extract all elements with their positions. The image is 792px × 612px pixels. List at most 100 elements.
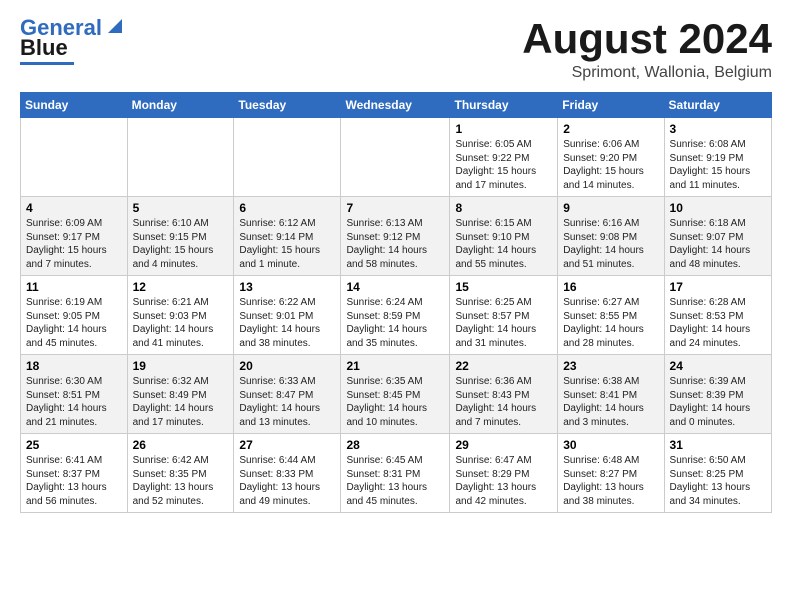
calendar-cell: 30 Sunrise: 6:48 AMSunset: 8:27 PMDayligh… bbox=[558, 434, 664, 513]
calendar-cell: 3 Sunrise: 6:08 AMSunset: 9:19 PMDaylight… bbox=[664, 118, 771, 197]
calendar-cell: 1 Sunrise: 6:05 AMSunset: 9:22 PMDaylight… bbox=[450, 118, 558, 197]
calendar-cell: 8Sunrise: 6:15 AMSunset: 9:10 PMDaylight… bbox=[450, 197, 558, 276]
day-number: 29 bbox=[455, 438, 552, 452]
calendar-cell: 6 Sunrise: 6:12 AMSunset: 9:14 PMDaylight… bbox=[234, 197, 341, 276]
calendar-cell: 7Sunrise: 6:13 AMSunset: 9:12 PMDaylight… bbox=[341, 197, 450, 276]
calendar-cell: 25Sunrise: 6:41 AMSunset: 8:37 PMDayligh… bbox=[21, 434, 128, 513]
day-info: Sunrise: 6:36 AMSunset: 8:43 PMDaylight:… bbox=[455, 375, 552, 429]
calendar-cell: 9 Sunrise: 6:16 AMSunset: 9:08 PMDaylight… bbox=[558, 197, 664, 276]
calendar-cell bbox=[21, 118, 128, 197]
day-info: Sunrise: 6:06 AMSunset: 9:20 PMDaylight:… bbox=[563, 138, 658, 192]
day-number: 26 bbox=[133, 438, 229, 452]
calendar-cell: 29 Sunrise: 6:47 AMSunset: 8:29 PMDayligh… bbox=[450, 434, 558, 513]
month-year: August 2024 bbox=[522, 16, 772, 62]
calendar-cell: 5 Sunrise: 6:10 AMSunset: 9:15 PMDaylight… bbox=[127, 197, 234, 276]
day-info: Sunrise: 6:33 AMSunset: 8:47 PMDaylight:… bbox=[239, 375, 335, 429]
calendar-cell: 4 Sunrise: 6:09 AMSunset: 9:17 PMDaylight… bbox=[21, 197, 128, 276]
calendar-day-header: Saturday bbox=[664, 93, 771, 118]
calendar-table: SundayMondayTuesdayWednesdayThursdayFrid… bbox=[20, 92, 772, 513]
day-info: Sunrise: 6:41 AMSunset: 8:37 PMDaylight:… bbox=[26, 454, 122, 508]
day-number: 27 bbox=[239, 438, 335, 452]
calendar-cell: 17 Sunrise: 6:28 AMSunset: 8:53 PMDayligh… bbox=[664, 276, 771, 355]
day-number: 16 bbox=[563, 280, 658, 294]
logo-icon bbox=[104, 15, 126, 37]
day-info: Sunrise: 6:30 AMSunset: 8:51 PMDaylight:… bbox=[26, 375, 122, 429]
day-number: 17 bbox=[670, 280, 766, 294]
logo: General Blue bbox=[20, 16, 126, 65]
day-number: 5 bbox=[133, 201, 229, 215]
day-number: 9 bbox=[563, 201, 658, 215]
title-block: August 2024 Sprimont, Wallonia, Belgium bbox=[522, 16, 772, 82]
calendar-header-row: SundayMondayTuesdayWednesdayThursdayFrid… bbox=[21, 93, 772, 118]
calendar-day-header: Thursday bbox=[450, 93, 558, 118]
calendar-cell: 31 Sunrise: 6:50 AMSunset: 8:25 PMDayligh… bbox=[664, 434, 771, 513]
day-info: Sunrise: 6:28 AMSunset: 8:53 PMDaylight:… bbox=[670, 296, 766, 350]
day-info: Sunrise: 6:19 AMSunset: 9:05 PMDaylight:… bbox=[26, 296, 122, 350]
calendar-cell: 20 Sunrise: 6:33 AMSunset: 8:47 PMDayligh… bbox=[234, 355, 341, 434]
calendar-cell: 23 Sunrise: 6:38 AMSunset: 8:41 PMDayligh… bbox=[558, 355, 664, 434]
day-info: Sunrise: 6:35 AMSunset: 8:45 PMDaylight:… bbox=[346, 375, 444, 429]
calendar-week-row: 4 Sunrise: 6:09 AMSunset: 9:17 PMDaylight… bbox=[21, 197, 772, 276]
day-info: Sunrise: 6:48 AMSunset: 8:27 PMDaylight:… bbox=[563, 454, 658, 508]
location: Sprimont, Wallonia, Belgium bbox=[522, 64, 772, 82]
day-info: Sunrise: 6:13 AMSunset: 9:12 PMDaylight:… bbox=[346, 217, 444, 271]
day-number: 19 bbox=[133, 359, 229, 373]
day-info: Sunrise: 6:38 AMSunset: 8:41 PMDaylight:… bbox=[563, 375, 658, 429]
header: General Blue August 2024 Sprimont, Wallo… bbox=[20, 16, 772, 82]
day-info: Sunrise: 6:12 AMSunset: 9:14 PMDaylight:… bbox=[239, 217, 335, 271]
calendar-cell: 21 Sunrise: 6:35 AMSunset: 8:45 PMDayligh… bbox=[341, 355, 450, 434]
calendar-day-header: Tuesday bbox=[234, 93, 341, 118]
day-number: 14 bbox=[346, 280, 444, 294]
day-number: 1 bbox=[455, 122, 552, 136]
day-info: Sunrise: 6:10 AMSunset: 9:15 PMDaylight:… bbox=[133, 217, 229, 271]
day-number: 30 bbox=[563, 438, 658, 452]
day-number: 31 bbox=[670, 438, 766, 452]
day-number: 6 bbox=[239, 201, 335, 215]
calendar-cell: 13 Sunrise: 6:22 AMSunset: 9:01 PMDayligh… bbox=[234, 276, 341, 355]
calendar-cell bbox=[341, 118, 450, 197]
logo-underline bbox=[20, 62, 74, 65]
day-info: Sunrise: 6:39 AMSunset: 8:39 PMDaylight:… bbox=[670, 375, 766, 429]
day-number: 3 bbox=[670, 122, 766, 136]
calendar-week-row: 1 Sunrise: 6:05 AMSunset: 9:22 PMDaylight… bbox=[21, 118, 772, 197]
calendar-day-header: Wednesday bbox=[341, 93, 450, 118]
day-info: Sunrise: 6:42 AMSunset: 8:35 PMDaylight:… bbox=[133, 454, 229, 508]
calendar-day-header: Sunday bbox=[21, 93, 128, 118]
day-number: 18 bbox=[26, 359, 122, 373]
day-number: 21 bbox=[346, 359, 444, 373]
logo-blue: Blue bbox=[20, 36, 68, 60]
day-info: Sunrise: 6:05 AMSunset: 9:22 PMDaylight:… bbox=[455, 138, 552, 192]
day-info: Sunrise: 6:15 AMSunset: 9:10 PMDaylight:… bbox=[455, 217, 552, 271]
day-number: 12 bbox=[133, 280, 229, 294]
calendar-cell: 2 Sunrise: 6:06 AMSunset: 9:20 PMDaylight… bbox=[558, 118, 664, 197]
calendar-cell: 14Sunrise: 6:24 AMSunset: 8:59 PMDayligh… bbox=[341, 276, 450, 355]
day-info: Sunrise: 6:47 AMSunset: 8:29 PMDaylight:… bbox=[455, 454, 552, 508]
calendar-cell bbox=[127, 118, 234, 197]
day-number: 15 bbox=[455, 280, 552, 294]
day-info: Sunrise: 6:45 AMSunset: 8:31 PMDaylight:… bbox=[346, 454, 444, 508]
calendar-day-header: Monday bbox=[127, 93, 234, 118]
calendar-cell: 11 Sunrise: 6:19 AMSunset: 9:05 PMDayligh… bbox=[21, 276, 128, 355]
day-info: Sunrise: 6:21 AMSunset: 9:03 PMDaylight:… bbox=[133, 296, 229, 350]
day-info: Sunrise: 6:16 AMSunset: 9:08 PMDaylight:… bbox=[563, 217, 658, 271]
day-number: 13 bbox=[239, 280, 335, 294]
day-number: 11 bbox=[26, 280, 122, 294]
calendar-cell: 19Sunrise: 6:32 AMSunset: 8:49 PMDayligh… bbox=[127, 355, 234, 434]
day-number: 2 bbox=[563, 122, 658, 136]
day-number: 20 bbox=[239, 359, 335, 373]
day-info: Sunrise: 6:27 AMSunset: 8:55 PMDaylight:… bbox=[563, 296, 658, 350]
calendar-week-row: 25Sunrise: 6:41 AMSunset: 8:37 PMDayligh… bbox=[21, 434, 772, 513]
calendar-cell: 18 Sunrise: 6:30 AMSunset: 8:51 PMDayligh… bbox=[21, 355, 128, 434]
calendar-cell: 10Sunrise: 6:18 AMSunset: 9:07 PMDayligh… bbox=[664, 197, 771, 276]
day-info: Sunrise: 6:09 AMSunset: 9:17 PMDaylight:… bbox=[26, 217, 122, 271]
day-info: Sunrise: 6:22 AMSunset: 9:01 PMDaylight:… bbox=[239, 296, 335, 350]
calendar-cell: 27Sunrise: 6:44 AMSunset: 8:33 PMDayligh… bbox=[234, 434, 341, 513]
calendar-cell: 26 Sunrise: 6:42 AMSunset: 8:35 PMDayligh… bbox=[127, 434, 234, 513]
day-number: 23 bbox=[563, 359, 658, 373]
day-number: 4 bbox=[26, 201, 122, 215]
day-info: Sunrise: 6:25 AMSunset: 8:57 PMDaylight:… bbox=[455, 296, 552, 350]
calendar-cell: 16 Sunrise: 6:27 AMSunset: 8:55 PMDayligh… bbox=[558, 276, 664, 355]
day-info: Sunrise: 6:50 AMSunset: 8:25 PMDaylight:… bbox=[670, 454, 766, 508]
day-info: Sunrise: 6:08 AMSunset: 9:19 PMDaylight:… bbox=[670, 138, 766, 192]
calendar-cell: 12 Sunrise: 6:21 AMSunset: 9:03 PMDayligh… bbox=[127, 276, 234, 355]
